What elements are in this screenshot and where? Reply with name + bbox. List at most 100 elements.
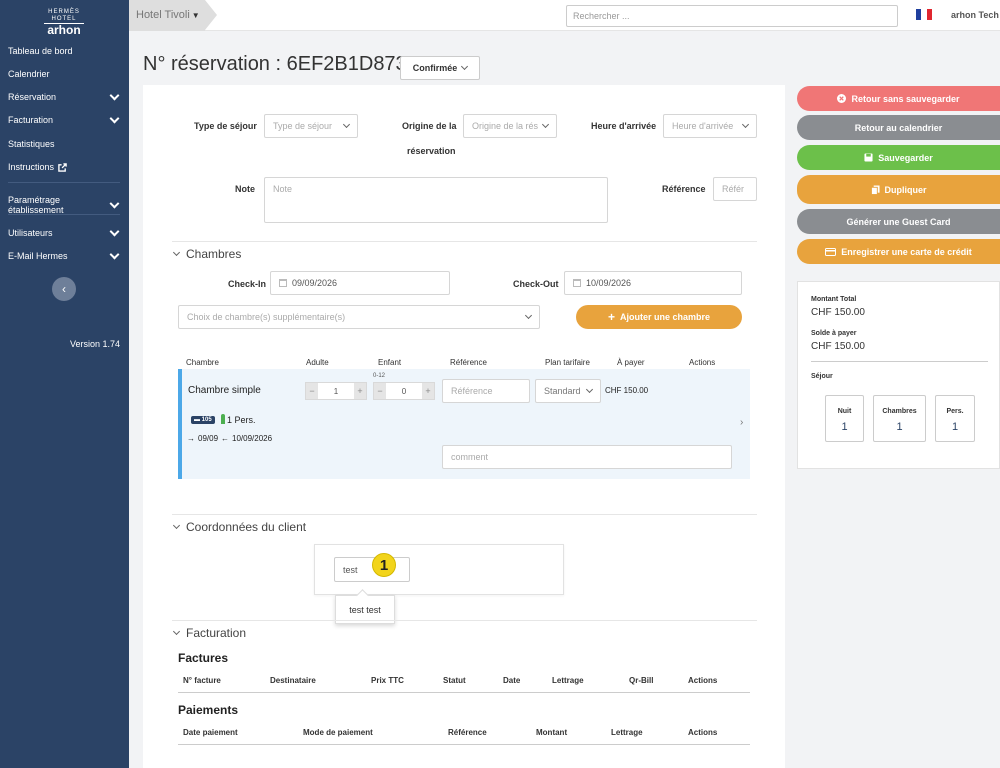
client-section-toggle[interactable]: Coordonnées du client bbox=[172, 520, 306, 534]
duplicate-button[interactable]: Dupliquer bbox=[797, 175, 1000, 204]
sidebar-item-instructions[interactable]: Instructions bbox=[8, 162, 122, 172]
sidebar-item-label: Tableau de bord bbox=[8, 46, 73, 56]
col-statut: Statut bbox=[443, 676, 466, 685]
sidebar-item-reservation[interactable]: Réservation bbox=[8, 90, 122, 102]
plus-button[interactable]: + bbox=[354, 383, 366, 399]
adults-value[interactable]: 1 bbox=[318, 383, 354, 399]
rate-plan-value: Standard bbox=[544, 386, 581, 396]
room-reference-input[interactable]: Référence bbox=[442, 379, 530, 403]
guest-card-label: Générer une Guest Card bbox=[846, 216, 951, 227]
sidebar-item-statistics[interactable]: Statistiques bbox=[8, 139, 122, 149]
note-label: Note bbox=[235, 184, 255, 194]
note-textarea[interactable]: Note bbox=[264, 177, 608, 223]
user-menu[interactable]: arhon Tech bbox=[951, 10, 999, 20]
persons-value: 1 bbox=[951, 421, 959, 433]
nights-card: Nuit 1 bbox=[825, 395, 864, 442]
reference-input[interactable]: Référ bbox=[713, 177, 757, 201]
arrow-right-icon: → bbox=[187, 434, 195, 443]
minus-button[interactable]: − bbox=[306, 383, 318, 399]
plus-button[interactable]: + bbox=[422, 383, 434, 399]
sidebar-item-label: Instructions bbox=[8, 162, 55, 172]
reference-placeholder: Référ bbox=[722, 184, 745, 194]
sidebar-item-users[interactable]: Utilisateurs bbox=[8, 226, 122, 238]
room-reference-placeholder: Référence bbox=[451, 386, 493, 396]
search-input[interactable] bbox=[566, 5, 898, 27]
divider bbox=[178, 744, 750, 745]
credit-card-button[interactable]: Enregistrer une carte de crédit bbox=[797, 239, 1000, 264]
origine-select[interactable]: Origine de la rés bbox=[463, 114, 557, 138]
logo[interactable]: HERMÈS HOTEL arhon bbox=[44, 9, 84, 37]
room-number: 105 bbox=[201, 417, 212, 423]
room-number-badge: ▬ 105 bbox=[191, 416, 215, 424]
guest-card-button[interactable]: Générer une Guest Card bbox=[797, 209, 1000, 234]
times-circle-icon bbox=[837, 94, 847, 103]
children-value[interactable]: 0 bbox=[386, 383, 422, 399]
heure-arrivee-select[interactable]: Heure d'arrivée bbox=[663, 114, 757, 138]
due-value: CHF 150.00 bbox=[811, 341, 865, 352]
save-button[interactable]: Sauvegarder bbox=[797, 145, 1000, 170]
chevron-down-icon bbox=[109, 113, 120, 123]
sidebar-item-calendar[interactable]: Calendrier bbox=[8, 69, 122, 79]
col-lettrage: Lettrage bbox=[611, 728, 643, 737]
sidebar-item-settings[interactable]: Paramétrage établissement bbox=[8, 195, 122, 215]
rooms-value: 1 bbox=[896, 421, 903, 433]
rooms-card: Chambres 1 bbox=[873, 395, 926, 442]
col-enfant: Enfant bbox=[378, 358, 402, 367]
sidebar-item-label: Réservation bbox=[8, 92, 57, 102]
type-sejour-placeholder: Type de séjour bbox=[273, 121, 333, 131]
heure-arrivee-label: Heure d'arrivée bbox=[591, 121, 657, 131]
room-date-start: 09/09 bbox=[198, 434, 219, 443]
checkout-date-input[interactable]: 10/09/2026 bbox=[564, 271, 742, 295]
credit-card-label: Enregistrer une carte de crédit bbox=[841, 246, 972, 257]
room-comment-input[interactable]: comment bbox=[442, 445, 732, 469]
french-flag-icon[interactable] bbox=[916, 9, 932, 20]
facturation-section-toggle[interactable]: Facturation bbox=[172, 626, 246, 640]
chevron-right-icon[interactable]: › bbox=[740, 417, 743, 428]
back-calendar-button[interactable]: Retour au calendrier bbox=[797, 115, 1000, 140]
extra-rooms-select[interactable]: Choix de chambre(s) supplémentaire(s) bbox=[178, 305, 540, 329]
summary-panel: Montant Total CHF 150.00 Solde à payer C… bbox=[797, 281, 1000, 469]
back-no-save-label: Retour sans sauvegarder bbox=[851, 93, 960, 104]
col-adulte: Adulte bbox=[306, 358, 329, 367]
col-numero-facture: N° facture bbox=[183, 676, 221, 685]
paiements-title: Paiements bbox=[178, 703, 239, 717]
col-reference: Référence bbox=[448, 728, 487, 737]
chevron-down-icon bbox=[109, 226, 120, 236]
origine-placeholder: Origine de la rés bbox=[472, 121, 539, 131]
hotel-selector[interactable]: Hotel Tivoli ▼ bbox=[129, 0, 217, 31]
extra-rooms-placeholder: Choix de chambre(s) supplémentaire(s) bbox=[187, 312, 346, 322]
col-actions: Actions bbox=[688, 676, 718, 685]
room-date-end: 10/09/2026 bbox=[232, 434, 273, 443]
col-reference: Référence bbox=[450, 358, 487, 367]
sidebar-item-email[interactable]: E-Mail Hermes bbox=[8, 249, 122, 261]
status-dropdown[interactable]: Confirmée bbox=[400, 56, 480, 80]
total-value: CHF 150.00 bbox=[811, 307, 865, 318]
back-no-save-button[interactable]: Retour sans sauvegarder bbox=[797, 86, 1000, 111]
adults-stepper[interactable]: −1 + bbox=[305, 382, 367, 400]
version-label: Version 1.74 bbox=[69, 339, 120, 349]
total-label: Montant Total bbox=[811, 296, 857, 303]
room-amount: CHF 150.00 bbox=[605, 386, 649, 395]
divider bbox=[172, 514, 757, 515]
room-name: Chambre simple bbox=[188, 385, 261, 396]
children-stepper[interactable]: −0 + bbox=[373, 382, 435, 400]
origine-label: Origine de la bbox=[402, 121, 457, 131]
col-actions: Actions bbox=[689, 358, 716, 367]
sidebar-item-billing[interactable]: Facturation bbox=[8, 113, 122, 125]
checkout-date-value: 10/09/2026 bbox=[586, 278, 632, 288]
add-room-button[interactable]: + Ajouter une chambre bbox=[576, 305, 742, 329]
chambres-section-toggle[interactable]: Chambres bbox=[172, 247, 241, 261]
divider bbox=[811, 361, 988, 362]
nights-value: 1 bbox=[841, 421, 848, 433]
collapse-sidebar-button[interactable]: ‹ bbox=[52, 277, 76, 301]
minus-button[interactable]: − bbox=[374, 383, 386, 399]
sidebar-item-dashboard[interactable]: Tableau de bord bbox=[8, 46, 122, 56]
save-label: Sauvegarder bbox=[878, 152, 933, 163]
external-link-icon bbox=[58, 162, 67, 172]
rooms-label: Chambres bbox=[882, 408, 917, 415]
copy-icon bbox=[870, 185, 880, 195]
rate-plan-select[interactable]: Standard bbox=[535, 379, 601, 403]
type-sejour-select[interactable]: Type de séjour bbox=[264, 114, 358, 138]
chevron-down-icon bbox=[109, 249, 120, 259]
checkin-date-input[interactable]: 09/09/2026 bbox=[270, 271, 450, 295]
